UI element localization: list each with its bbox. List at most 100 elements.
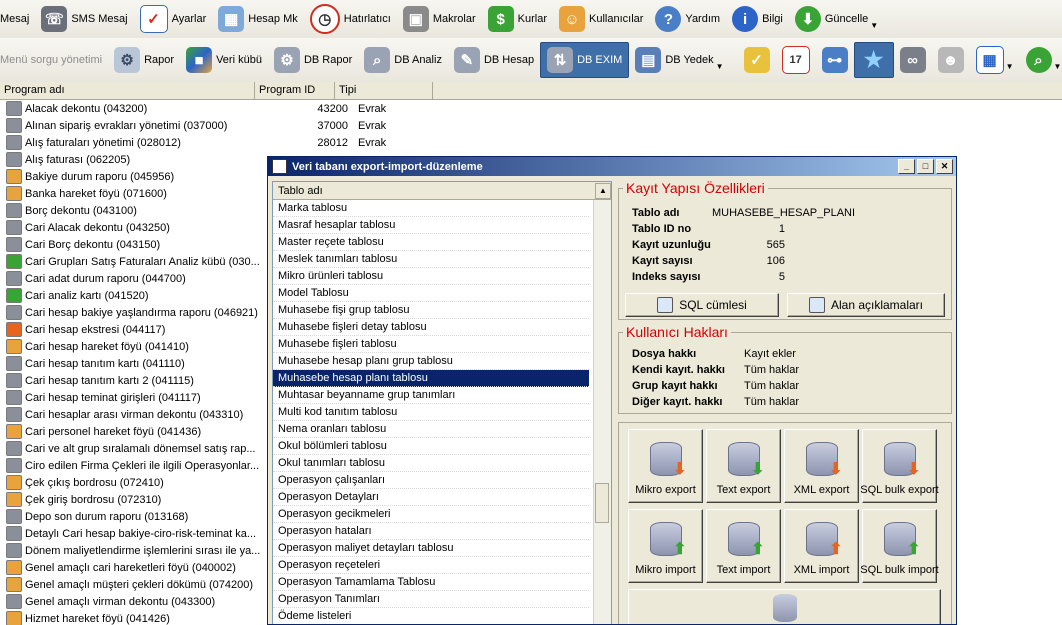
search-globe-button[interactable]: ⌕ ▼ [1020,43,1062,77]
rates-button[interactable]: $ Kurlar [482,2,553,36]
update-button[interactable]: ⬇ Güncelle ▼ [789,2,884,36]
close-button[interactable]: ✕ [936,159,953,174]
table-list-item[interactable]: Muhasebe hesap planı grup tablosu [273,353,589,370]
binoculars-button[interactable]: ∞ [894,43,932,77]
table-list-item[interactable]: Muhasebe fişleri detay tablosu [273,319,589,336]
table-list-item[interactable]: Model Tablosu [273,285,589,302]
sms-button[interactable]: ☏ SMS Mesaj [35,2,133,36]
chevron-down-icon[interactable]: ▼ [716,62,724,77]
table-list-item[interactable]: Multi kod tanıtım tablosu [273,404,589,421]
chevron-down-icon[interactable]: ▼ [870,21,878,36]
message-button[interactable]: Mesaj [0,2,35,36]
sql-export-icon: ⬇ [883,442,921,478]
table-list-item[interactable]: Muhasebe fişi grup tablosu [273,302,589,319]
field-descriptions-button[interactable]: Alan açıklamaları [787,293,945,317]
table-list-item[interactable]: Muhasebe hesap planı tablosu [273,370,589,387]
sql-bulk-export-button[interactable]: ⬇ SQL bulk export [860,429,939,503]
sql-bulk-import-button[interactable]: ⬆ SQL bulk import [860,509,939,583]
settings-button[interactable]: ✓ Ayarlar [134,2,213,36]
info-button[interactable]: i Bilgi [726,2,789,36]
table-list-item[interactable]: Operasyon gecikmeleri [273,506,589,523]
table-list-item[interactable]: Operasyon reçeteleri [273,557,589,574]
scrollbar-thumb[interactable] [595,483,609,523]
favorites-button[interactable]: ★ [853,42,894,78]
data-cube-button[interactable]: ■ Veri kübü [180,43,268,77]
table-list-item[interactable]: Ödeme listeleri [273,608,589,624]
xml-export-button[interactable]: ⬇ XML export [784,429,859,503]
maximize-button[interactable]: □ [917,159,934,174]
table-list-item[interactable]: Operasyon Tanımları [273,591,589,608]
table-list-item[interactable]: Operasyon Tamamlama Tablosu [273,574,589,591]
program-row[interactable]: Alınan sipariş evrakları yönetimi (03700… [0,117,1062,134]
program-name: Cari adat durum raporu (044700) [25,272,186,285]
field-record-count: Kayıt sayısı 106 [632,255,785,267]
dialog-title-bar[interactable]: Veri tabanı export-import-düzenleme _ □ … [268,157,956,176]
column-header-type[interactable]: Tipi [335,82,433,99]
column-header-name[interactable]: Program adı [0,82,255,99]
table-list-item[interactable]: Operasyon hataları [273,523,589,540]
minimize-button[interactable]: _ [898,159,915,174]
data-cube-icon: ■ [186,47,213,73]
macros-button[interactable]: ▣ Makrolar [397,2,482,36]
program-icon [6,577,22,592]
scroll-up-icon[interactable]: ▲ [595,182,611,199]
mikro-export-button[interactable]: ⬇ Mikro export [628,429,703,503]
table-list-item[interactable]: Operasyon çalışanları [273,472,589,489]
settings-label: Ayarlar [171,13,207,25]
table-list-item[interactable]: Operasyon Detayları [273,489,589,506]
db-report-icon: ⚙ [273,47,300,73]
clean-button[interactable]: ✓ [738,43,776,77]
right-label: Kendi kayıt. hakkı [632,364,725,376]
record-structure-group: Kayıt Yapısı Özellikleri Tablo adı MUHASE… [618,180,952,320]
grid-view-button[interactable]: ▦ ▼ [970,43,1020,77]
text-export-button[interactable]: ⬇ Text export [706,429,781,503]
users-button[interactable]: ☺ Kullanıcılar [553,2,649,36]
table-list-item[interactable]: Okul bölümleri tablosu [273,438,589,455]
table-list-header-label[interactable]: Tablo adı [273,185,595,197]
table-list-item[interactable]: Masraf hesaplar tablosu [273,217,589,234]
program-name: Cari hesap teminat girişleri (041117) [25,391,201,404]
report-button[interactable]: ⚙ Rapor [108,43,180,77]
field-value: 565 [766,239,785,251]
calculator-button[interactable]: ▦ Hesap Mk [212,2,304,36]
window-controls: _ □ ✕ [898,159,953,174]
text-import-label: Text import [716,564,771,576]
table-list-item[interactable]: Muhtasar beyanname grup tanımları [273,387,589,404]
xml-import-button[interactable]: ⬆ XML import [784,509,859,583]
table-list-item[interactable]: Muhasebe fişleri tablosu [273,336,589,353]
table-list-item[interactable]: Master reçete tablosu [273,234,589,251]
chevron-down-icon[interactable]: ▼ [1006,62,1014,77]
program-name: Borç dekontu (043100) [25,204,137,217]
sql-statement-button[interactable]: SQL cümlesi [625,293,779,317]
user-button[interactable]: ☻ [932,43,970,77]
help-button[interactable]: ? Yardım [649,2,726,36]
program-row[interactable]: Alacak dekontu (043200) 43200 Evrak [0,100,1062,117]
text-import-icon: ⬆ [727,522,765,558]
org-chart-button[interactable]: ⊶ [816,43,854,77]
table-list-scrollbar[interactable] [593,200,611,624]
program-name: Dönem maliyetlendirme işlemlerini sırası… [25,544,261,557]
column-header-id[interactable]: Program ID [255,82,335,99]
reminder-button[interactable]: ◷ Hatırlatıcı [304,2,397,36]
sql-bulk-import-label: SQL bulk import [860,564,939,576]
menu-query-management[interactable]: Menü sorgu yönetimi [0,43,108,77]
db-calc-button[interactable]: ✎ DB Hesap [448,43,540,77]
right-file: Dosya hakkı Kayıt ekler [632,348,796,360]
calendar-button[interactable]: 17 [776,43,816,77]
db-exim-button[interactable]: ⇅ DB EXIM [540,42,630,78]
program-type: Evrak [358,119,387,132]
table-list-item[interactable]: Marka tablosu [273,200,589,217]
table-list-item[interactable]: Mikro ürünleri tablosu [273,268,589,285]
db-tool-button[interactable] [628,589,941,624]
db-analysis-button[interactable]: ⌕ DB Analiz [358,43,448,77]
db-backup-button[interactable]: ▤ DB Yedek ▼ [629,43,729,77]
mikro-import-button[interactable]: ⬆ Mikro import [628,509,703,583]
table-list-item[interactable]: Meslek tanımları tablosu [273,251,589,268]
chevron-down-icon[interactable]: ▼ [1054,62,1062,77]
table-list-item[interactable]: Nema oranları tablosu [273,421,589,438]
program-row[interactable]: Alış faturaları yönetimi (028012) 28012 Ev… [0,134,1062,151]
table-list-item[interactable]: Operasyon maliyet detayları tablosu [273,540,589,557]
text-import-button[interactable]: ⬆ Text import [706,509,781,583]
table-list-item[interactable]: Okul tanımları tablosu [273,455,589,472]
db-report-button[interactable]: ⚙ DB Rapor [268,43,358,77]
